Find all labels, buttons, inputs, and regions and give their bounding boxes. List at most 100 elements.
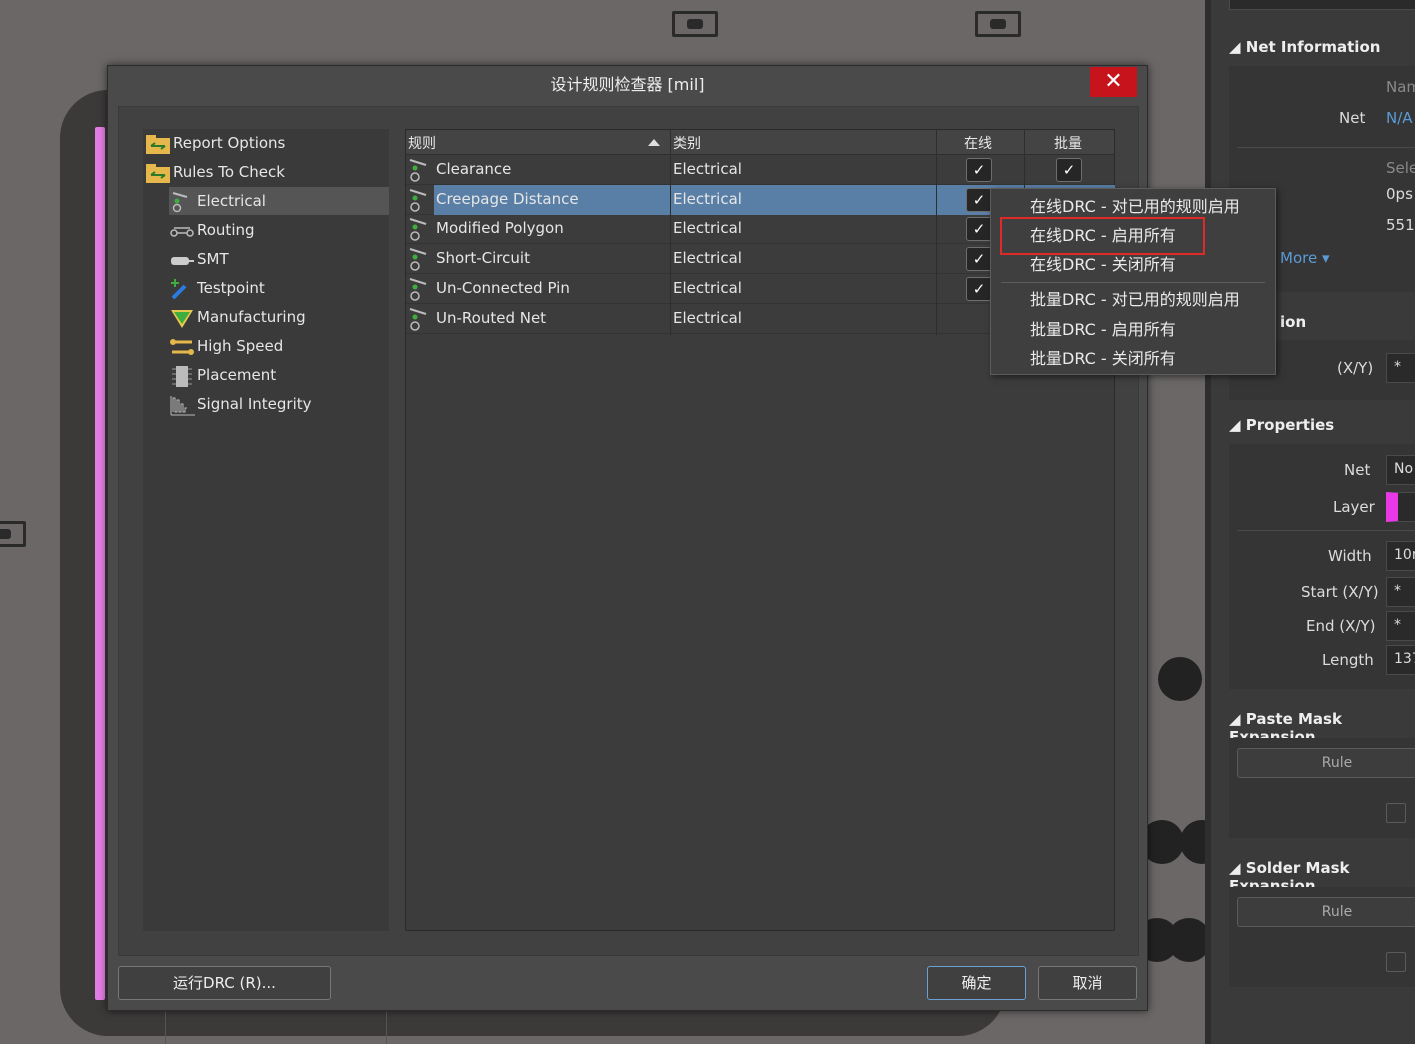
width-label: Width	[1328, 547, 1372, 565]
electrical-rule-icon	[169, 191, 195, 213]
properties-heading[interactable]: ◢ Properties	[1229, 416, 1334, 434]
divider	[1237, 147, 1415, 148]
tree-item-rules-to-check[interactable]: Rules To Check	[145, 158, 389, 186]
column-divider	[670, 130, 671, 335]
tree-item-label: Signal Integrity	[197, 395, 312, 413]
rule-icon	[408, 307, 430, 332]
folder-icon	[145, 162, 171, 184]
context-menu-item[interactable]: 批量DRC - 启用所有	[1030, 316, 1176, 344]
sort-ascending-icon[interactable]	[648, 139, 660, 146]
net-value[interactable]: N/A	[1386, 109, 1413, 127]
rule-category: Electrical	[673, 219, 742, 238]
dialog-body: Report Options Rules To Check Electrical Ro…	[118, 106, 1139, 956]
online-checkbox[interactable]: ✓	[966, 276, 992, 301]
tree-item-label: SMT	[197, 250, 229, 268]
pcb-component[interactable]	[0, 521, 26, 547]
delay-value: 0ps	[1386, 185, 1413, 203]
routing-rule-icon	[169, 220, 195, 242]
solder-mask-checkbox[interactable]	[1386, 952, 1406, 972]
highlight-box	[1000, 217, 1205, 255]
solder-mask-rule-button[interactable]: Rule	[1237, 897, 1415, 927]
pcb-trace[interactable]	[95, 127, 105, 1000]
context-menu-item[interactable]: 批量DRC - 关闭所有	[1030, 345, 1176, 373]
header-batch[interactable]: 批量	[1054, 133, 1082, 153]
length-field[interactable]: 137	[1386, 645, 1415, 675]
start-field[interactable]: *	[1386, 577, 1415, 607]
width-field[interactable]: 10m	[1386, 541, 1415, 571]
paste-mask-checkbox[interactable]	[1386, 803, 1406, 823]
batch-checkbox[interactable]: ✓	[1056, 158, 1082, 182]
more-link[interactable]: More ▾	[1280, 249, 1329, 267]
pcb-pad[interactable]	[1158, 657, 1202, 701]
header-rule[interactable]: 规则	[408, 133, 436, 153]
rule-category: Electrical	[673, 249, 742, 268]
close-button[interactable]: ✕	[1090, 67, 1137, 97]
rule-name[interactable]: Modified Polygon	[434, 214, 670, 244]
manufacturing-rule-icon	[169, 307, 195, 329]
tree-item-smt[interactable]: SMT	[169, 245, 389, 273]
rule-name[interactable]: Short-Circuit	[434, 244, 670, 274]
ok-button[interactable]: 确定	[927, 966, 1026, 1000]
net-prop-label: Net	[1344, 461, 1371, 479]
tree-item-report-options[interactable]: Report Options	[145, 129, 389, 157]
tree-item-manufacturing[interactable]: Manufacturing	[169, 303, 389, 331]
start-label: Start (X/Y)	[1301, 583, 1379, 601]
folder-icon	[145, 133, 171, 155]
online-checkbox[interactable]: ✓	[966, 158, 992, 182]
rule-category: Electrical	[671, 184, 936, 215]
rule-icon	[408, 217, 430, 242]
section-heading-partial[interactable]: ion	[1280, 313, 1306, 331]
tree-item-routing[interactable]: Routing	[169, 216, 389, 244]
header-category[interactable]: 类别	[673, 133, 701, 153]
context-menu-item[interactable]: 在线DRC - 关闭所有	[1030, 251, 1176, 279]
header-online[interactable]: 在线	[964, 133, 992, 153]
context-menu-item[interactable]: 批量DRC - 对已用的规则启用	[1030, 286, 1240, 314]
length-label: Length	[1322, 651, 1374, 669]
signal-integrity-rule-icon	[169, 394, 195, 416]
tree-item-testpoint[interactable]: Testpoint	[169, 274, 389, 302]
net-label: Net	[1339, 109, 1366, 127]
net-information-heading[interactable]: ◢ Net Information	[1229, 38, 1380, 56]
rule-category: Electrical	[673, 308, 742, 327]
rule-name[interactable]: Un-Connected Pin	[434, 274, 670, 304]
rule-category: Electrical	[673, 160, 742, 178]
smt-rule-icon	[169, 249, 195, 271]
pcb-component[interactable]	[672, 11, 718, 37]
online-checkbox[interactable]: ✓	[966, 187, 992, 212]
select-label: Selec	[1386, 159, 1415, 177]
xy-field[interactable]: *	[1386, 353, 1415, 383]
rule-icon	[408, 247, 430, 272]
length-value: 5511.	[1386, 216, 1415, 234]
menu-separator	[1001, 282, 1265, 283]
tree-item-placement[interactable]: Placement	[169, 361, 389, 389]
cancel-button[interactable]: 取消	[1038, 966, 1137, 1000]
online-checkbox[interactable]: ✓	[966, 217, 992, 242]
tree-item-label: Manufacturing	[197, 308, 306, 326]
pcb-component[interactable]	[975, 11, 1021, 37]
rule-tree: Report Options Rules To Check Electrical Ro…	[143, 129, 389, 931]
rule-icon	[408, 158, 430, 183]
rule-row[interactable]: Clearance Electrical ✓ ✓	[406, 155, 1114, 185]
xy-label: (X/Y)	[1337, 359, 1374, 377]
grid-header: 规则 类别 在线 批量	[406, 130, 1114, 155]
tree-item-signal-integrity[interactable]: Signal Integrity	[169, 390, 389, 418]
tree-item-electrical[interactable]: Electrical	[169, 187, 389, 215]
online-checkbox[interactable]: ✓	[966, 247, 992, 272]
tree-item-high-speed[interactable]: High Speed	[169, 332, 389, 360]
rule-icon	[408, 188, 430, 213]
column-divider	[936, 130, 937, 335]
rule-name[interactable]: Creepage Distance	[434, 184, 670, 215]
rule-name[interactable]: Un-Routed Net	[434, 304, 670, 334]
layer-label: Layer	[1333, 498, 1375, 516]
rule-category: Electrical	[673, 278, 742, 297]
paste-mask-rule-button[interactable]: Rule	[1237, 748, 1415, 778]
testpoint-rule-icon	[169, 278, 195, 300]
panel-search-box[interactable]	[1229, 0, 1415, 10]
end-field[interactable]: *	[1386, 611, 1415, 641]
net-prop-field[interactable]: No N	[1386, 455, 1415, 485]
layer-field[interactable]: M	[1386, 492, 1415, 522]
run-drc-button[interactable]: 运行DRC (R)...	[118, 966, 331, 1000]
rule-name[interactable]: Clearance	[434, 155, 670, 185]
placement-rule-icon	[169, 365, 195, 387]
tree-item-label: Electrical	[197, 192, 266, 210]
